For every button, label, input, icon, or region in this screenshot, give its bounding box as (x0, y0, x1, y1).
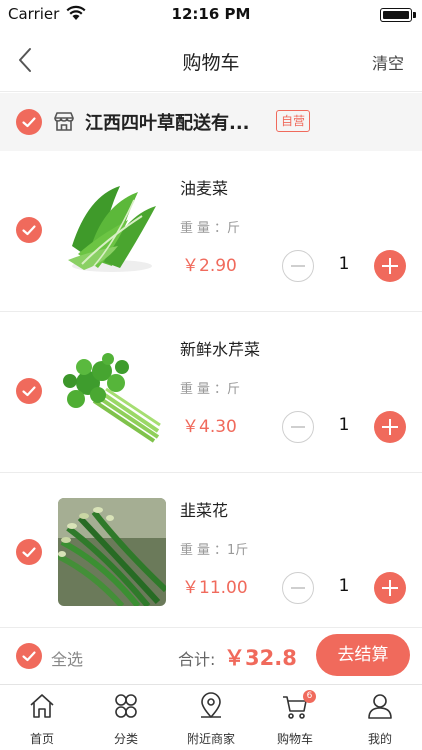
increase-quantity-button[interactable] (374, 250, 406, 282)
checkmark-icon (22, 547, 36, 558)
cart-count-badge: 6 (303, 690, 316, 703)
location-icon (201, 692, 221, 718)
total-value: ￥32.8 (224, 646, 297, 670)
tab-label: 附近商家 (186, 732, 235, 746)
item-name: 新鲜水芹菜 (180, 340, 261, 359)
item-price: ￥11.00 (182, 578, 248, 598)
status-time: 12:16 PM (171, 5, 251, 23)
clear-cart-button[interactable]: 清空 (372, 50, 404, 74)
tab-bar: 首页 分类 附近商家 6 购物车 我的 (0, 684, 422, 750)
total-label: 合计: (178, 650, 216, 669)
item-spec: 重量：1斤 (180, 539, 248, 558)
tab-label: 我的 (367, 732, 392, 746)
item-name: 油麦菜 (180, 179, 229, 198)
item-quantity: 1 (338, 415, 350, 435)
increase-quantity-button[interactable] (374, 411, 406, 443)
spec-label: 重量 (180, 382, 215, 397)
shop-name[interactable]: 江西四叶草配送有... (85, 109, 250, 135)
category-icon (115, 694, 137, 718)
cart-item: 韭菜花 重量：1斤 ￥11.00 1 (0, 473, 422, 634)
item-spec: 重量：斤 (180, 217, 240, 236)
spec-label: 重量 (180, 543, 215, 558)
home-icon (30, 694, 54, 718)
spec-value: ：斤 (214, 382, 241, 397)
checkmark-icon (22, 225, 36, 236)
checkmark-icon (22, 651, 36, 662)
item-quantity: 1 (338, 254, 350, 274)
tab-home[interactable]: 首页 (0, 685, 84, 750)
checkmark-icon (22, 386, 36, 397)
profile-icon (368, 694, 392, 719)
tab-label: 首页 (29, 732, 54, 746)
tab-profile[interactable]: 我的 (338, 685, 422, 750)
store-icon (54, 112, 74, 131)
tab-cart[interactable]: 6 购物车 (253, 685, 337, 750)
tab-label: 分类 (113, 732, 138, 746)
tab-category[interactable]: 分类 (84, 685, 168, 750)
item-select-checkbox[interactable] (16, 539, 42, 565)
spec-label: 重量 (180, 221, 215, 236)
item-price: ￥2.90 (182, 256, 237, 276)
checkmark-icon (22, 117, 36, 128)
item-select-checkbox[interactable] (16, 217, 42, 243)
select-all-checkbox[interactable] (16, 643, 42, 669)
page-title: 购物车 (182, 52, 240, 74)
checkout-button[interactable]: 去结算 (316, 634, 410, 676)
cart-item: 新鲜水芹菜 重量：斤 ￥4.30 1 (0, 312, 422, 473)
chive-flower-image[interactable] (58, 498, 166, 606)
tab-label: 购物车 (276, 732, 313, 746)
celery-image[interactable] (58, 337, 166, 445)
select-all-label[interactable]: 全选 (51, 646, 83, 670)
tab-nearby-merchants[interactable]: 附近商家 (169, 685, 253, 750)
decrease-quantity-button[interactable] (282, 250, 314, 282)
increase-quantity-button[interactable] (374, 572, 406, 604)
decrease-quantity-button[interactable] (282, 572, 314, 604)
lettuce-image[interactable] (58, 176, 166, 284)
spec-value: ：1斤 (214, 543, 249, 558)
item-name: 韭菜花 (180, 501, 229, 520)
item-quantity: 1 (338, 576, 350, 596)
item-price: ￥4.30 (182, 417, 237, 437)
battery-icon (380, 8, 416, 22)
nav-bar: 购物车 清空 (0, 28, 422, 92)
checkout-bar: 全选 合计: ￥32.8 去结算 (0, 627, 422, 683)
shop-select-checkbox[interactable] (16, 109, 42, 135)
item-spec: 重量：斤 (180, 378, 240, 397)
status-bar: Carrier 12:16 PM (0, 0, 422, 28)
spec-value: ：斤 (214, 221, 241, 236)
self-operated-badge: 自营 (276, 110, 311, 132)
shop-header: 江西四叶草配送有... 自营 (0, 93, 422, 151)
cart-item: 油麦菜 重量：斤 ￥2.90 1 (0, 151, 422, 312)
decrease-quantity-button[interactable] (282, 411, 314, 443)
item-select-checkbox[interactable] (16, 378, 42, 404)
